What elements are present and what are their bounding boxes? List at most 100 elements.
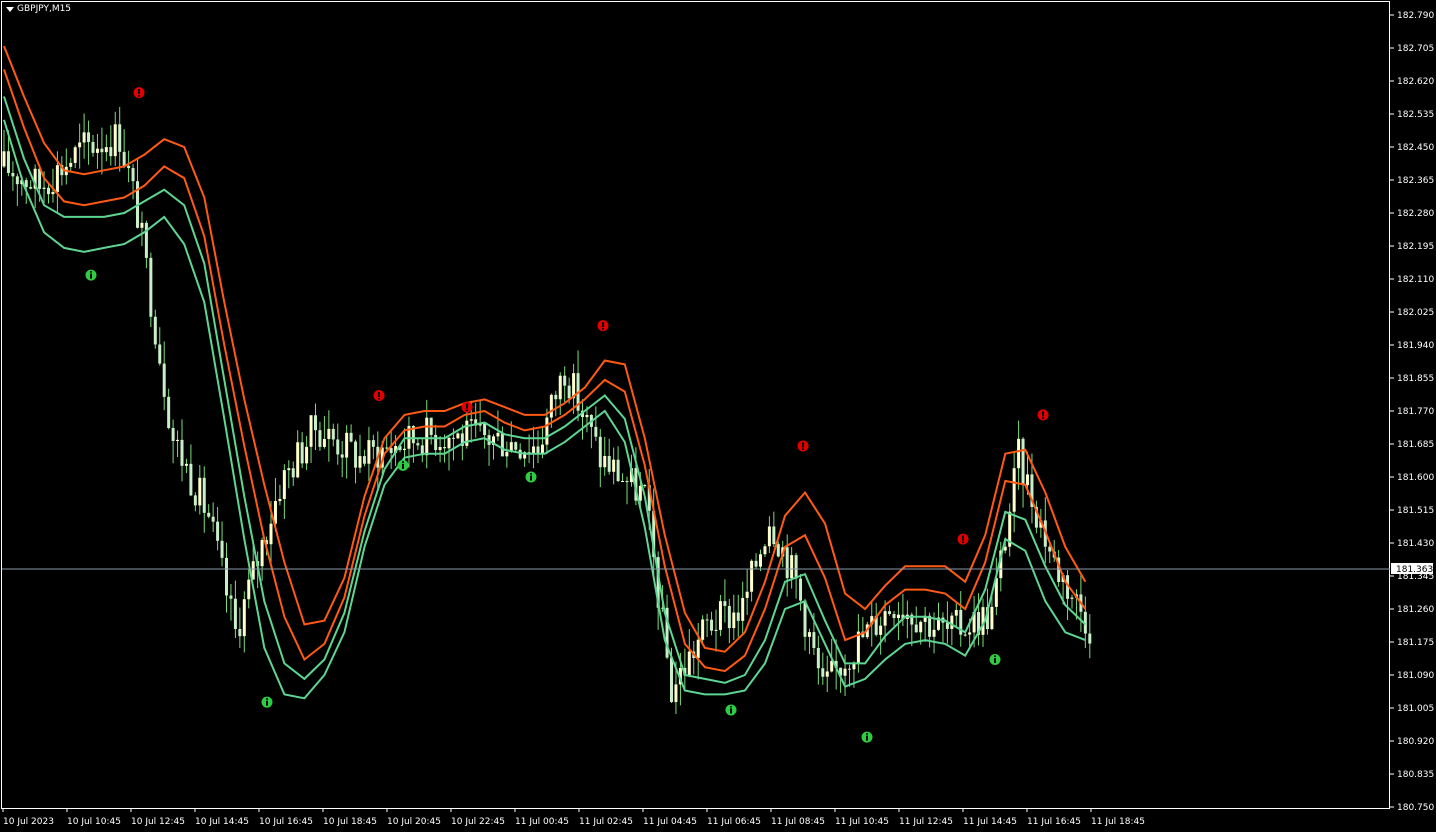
- candle-body: [879, 625, 883, 635]
- candle-body: [87, 132, 91, 143]
- candle-body: [496, 432, 500, 437]
- candle-body: [1012, 468, 1016, 512]
- sell-arrow-icon: [133, 87, 145, 99]
- candle-body: [963, 634, 967, 636]
- candle-body: [109, 147, 113, 157]
- price-tick-label: 182.280: [1397, 209, 1434, 219]
- candle-body: [131, 168, 135, 182]
- candle-body: [443, 447, 447, 449]
- candle-body: [345, 432, 349, 458]
- candle-body: [153, 316, 157, 345]
- candle-body: [643, 485, 647, 487]
- candle-body: [225, 557, 228, 596]
- candle-body: [1070, 597, 1074, 599]
- candle-body: [1017, 438, 1021, 469]
- candle-body: [1088, 633, 1092, 644]
- candle-body: [625, 480, 629, 483]
- time-tick-label: 10 Jul 2023: [3, 817, 54, 827]
- candle-body: [732, 612, 736, 629]
- candle-body: [919, 621, 923, 633]
- dropdown-triangle-icon[interactable]: [6, 6, 14, 12]
- sell-arrow-dot: [1042, 417, 1044, 419]
- candle-body: [238, 628, 242, 637]
- price-tick-label: 182.790: [1397, 11, 1434, 21]
- candle-body: [816, 647, 820, 669]
- candle-body: [821, 668, 825, 677]
- candle-body: [950, 615, 954, 629]
- sell-arrow-icon: [597, 320, 609, 332]
- price-tick-label: 182.110: [1397, 275, 1434, 285]
- price-tick-label: 181.005: [1397, 704, 1434, 714]
- candle-body: [745, 591, 749, 598]
- candle-body: [750, 560, 754, 592]
- candle-body: [812, 632, 816, 648]
- candle-body: [594, 426, 598, 437]
- candle-body: [790, 555, 794, 579]
- buy-arrow-dot: [402, 461, 404, 463]
- buy-arrow-icon: [397, 459, 409, 471]
- buy-arrow-icon: [989, 653, 1001, 665]
- candle-body: [772, 526, 776, 545]
- candle-body: [158, 344, 162, 364]
- candle-body: [82, 132, 86, 143]
- buy-arrow-stem: [730, 708, 732, 714]
- buy-arrow-dot: [90, 271, 92, 273]
- price-tick-label: 181.430: [1397, 539, 1434, 549]
- buy-arrow-stem: [530, 475, 532, 481]
- candle-body: [567, 385, 571, 399]
- price-tick-label: 181.600: [1397, 473, 1434, 483]
- candle-body: [803, 600, 807, 637]
- symbol-timeframe-label[interactable]: GBPJPY,M15: [6, 4, 71, 14]
- candle-body: [1021, 438, 1025, 486]
- time-tick-label: 10 Jul 16:45: [259, 817, 313, 827]
- candle-body: [180, 439, 184, 466]
- candle-body: [776, 544, 780, 557]
- candle-body: [11, 172, 15, 177]
- candle-body: [638, 485, 642, 501]
- time-tick-label: 10 Jul 12:45: [131, 817, 185, 827]
- sell-arrow-stem: [802, 442, 804, 448]
- sell-arrow-dot: [802, 448, 804, 450]
- candle-body: [367, 440, 371, 464]
- time-tick-label: 10 Jul 14:45: [195, 817, 249, 827]
- candle-body: [104, 147, 108, 153]
- candle-body: [416, 443, 420, 446]
- price-tick-label: 182.365: [1397, 176, 1434, 186]
- symbol-title: GBPJPY,M15: [17, 4, 72, 14]
- price-tick-label: 182.620: [1397, 77, 1434, 87]
- candle-body: [15, 176, 19, 185]
- candle-body: [336, 439, 340, 455]
- candle-body: [705, 619, 709, 621]
- candle-body: [928, 615, 932, 637]
- buy-arrow-icon: [85, 269, 97, 281]
- price-axis: 182.790 182.705 182.620 182.535 182.450 182.3…: [1390, 11, 1434, 813]
- sell-arrow-icon: [957, 533, 969, 545]
- upper-mid-band: [3, 69, 1087, 673]
- candle-body: [718, 601, 722, 630]
- candle-body: [540, 444, 544, 454]
- candle-body: [883, 611, 887, 626]
- time-tick-label: 11 Jul 04:45: [643, 817, 697, 827]
- buy-arrow-stem: [90, 273, 92, 279]
- price-tick-label: 181.090: [1397, 671, 1434, 681]
- candle-body: [696, 639, 700, 659]
- candle-body: [536, 446, 540, 454]
- candle-body: [968, 632, 972, 635]
- price-chart[interactable]: 182.790 182.705 182.620 182.535 182.450 182.3…: [0, 0, 1436, 832]
- lower-outer-band: [3, 119, 1086, 700]
- candle-body: [309, 415, 313, 447]
- sell-arrow-stem: [466, 403, 468, 409]
- envelope-bands-layer: [3, 45, 1087, 700]
- chart-window[interactable]: GBPJPY,M15 182.790 182.705 182.620 182.535 1…: [0, 0, 1436, 832]
- candle-body: [799, 578, 803, 601]
- candle-body: [532, 446, 536, 454]
- candle-body: [207, 512, 211, 517]
- price-tick-label: 181.260: [1397, 605, 1434, 615]
- candle-body: [607, 456, 611, 472]
- candle-body: [331, 428, 335, 440]
- candle-body: [438, 447, 442, 451]
- candle-body: [220, 540, 224, 558]
- candle-body: [144, 222, 148, 258]
- sell-arrow-icon: [797, 440, 809, 452]
- candle-body: [727, 605, 731, 629]
